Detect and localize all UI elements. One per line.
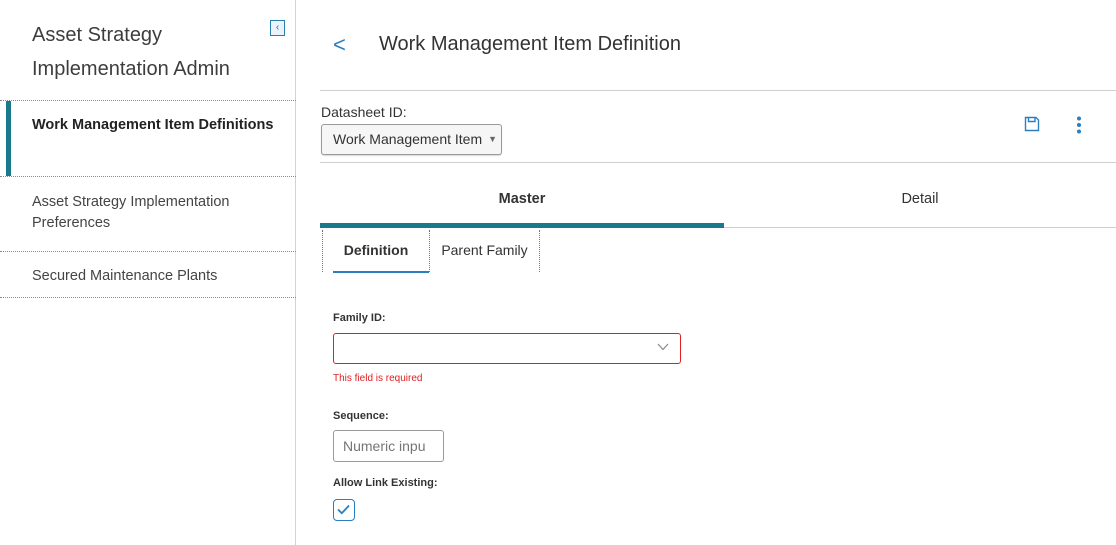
page-title: Work Management Item Definition	[379, 33, 681, 55]
sequence-input[interactable]	[333, 430, 444, 462]
subtab-parent-family[interactable]: Parent Family	[430, 230, 540, 272]
caret-down-icon: ▼	[488, 134, 497, 144]
tab-detail[interactable]: Detail	[724, 182, 1116, 228]
save-icon[interactable]	[1024, 116, 1040, 132]
tab-master-label: Master	[498, 191, 546, 207]
tab-detail-label: Detail	[901, 191, 939, 207]
subtab-parent-family-label: Parent Family	[441, 242, 528, 258]
subtab-definition[interactable]: Definition	[322, 230, 430, 273]
toolbar-divider	[320, 162, 1116, 163]
allow-link-existing-label: Allow Link Existing:	[333, 477, 438, 489]
sidebar: Asset Strategy Implementation Admin ‹ Wo…	[0, 0, 296, 545]
header-divider	[320, 90, 1116, 91]
sidebar-title: Asset Strategy Implementation Admin	[32, 24, 230, 80]
sequence-label: Sequence:	[333, 410, 389, 422]
tabs-divider	[724, 227, 1116, 228]
tab-active-indicator	[320, 223, 724, 228]
family-id-error: This field is required	[333, 373, 423, 384]
family-id-label: Family ID:	[333, 312, 386, 324]
check-icon	[337, 504, 350, 515]
sidebar-item-asset-strategy-implementation-preferences[interactable]: Asset Strategy Implementation Preference…	[0, 176, 296, 251]
more-vertical-icon[interactable]	[1076, 116, 1082, 134]
family-id-select[interactable]	[333, 333, 681, 364]
subtab-active-indicator	[333, 271, 429, 273]
datasheet-label: Datasheet ID:	[321, 104, 407, 120]
chevron-down-icon	[657, 343, 669, 351]
datasheet-select-value: Work Management Item	[333, 131, 483, 147]
subtab-definition-label: Definition	[343, 242, 409, 258]
sidebar-nav: Work Management Item Definitions Asset S…	[0, 100, 296, 298]
chevron-left-icon[interactable]: <	[333, 30, 346, 60]
allow-link-existing-checkbox[interactable]	[333, 499, 355, 521]
datasheet-select[interactable]: Work Management Item ▼	[321, 124, 502, 155]
main-tabs: Master Detail	[320, 182, 1116, 228]
sidebar-item-work-management-item-definitions[interactable]: Work Management Item Definitions	[0, 100, 296, 176]
collapse-left-icon[interactable]: ‹	[270, 20, 285, 36]
tab-master[interactable]: Master	[320, 182, 724, 228]
sidebar-item-secured-maintenance-plants[interactable]: Secured Maintenance Plants	[0, 251, 296, 298]
